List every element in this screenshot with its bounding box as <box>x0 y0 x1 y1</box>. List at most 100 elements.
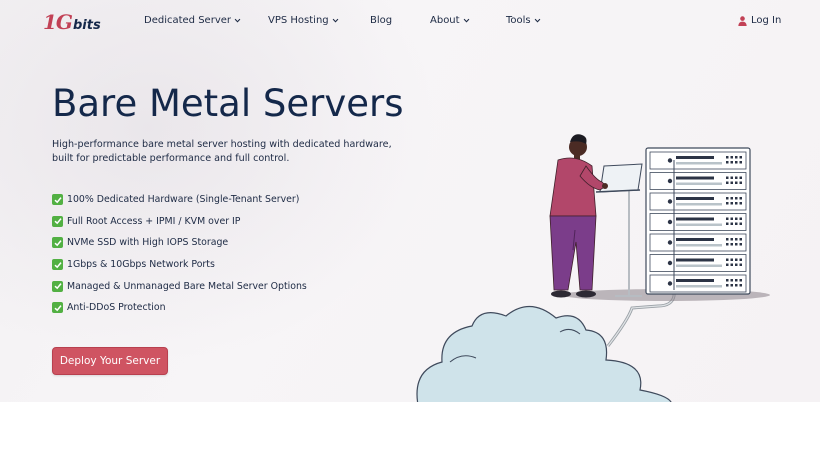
rack-unit-part <box>649 213 747 231</box>
chevron-down-icon <box>234 18 241 23</box>
rack-unit-part <box>676 244 722 247</box>
server-rack-illustration <box>645 147 751 295</box>
feature-item: NVMe SSD with High IOPS Storage <box>52 237 307 259</box>
rack-unit-part <box>726 176 729 179</box>
deploy-server-button[interactable]: Deploy Your Server <box>52 347 168 375</box>
rack-unit-part <box>739 243 742 246</box>
rack-unit-part <box>649 151 747 170</box>
rack-unit-part <box>676 285 722 288</box>
rack-unit-part <box>739 238 742 241</box>
login-label: Log In <box>751 15 782 26</box>
chevron-down-icon <box>332 18 338 23</box>
feature-item: Managed & Unmanaged Bare Metal Server Op… <box>52 280 307 303</box>
feature-item: Full Root Access + IPMI / KVM over IP <box>52 215 307 238</box>
rack-unit-part <box>676 258 714 262</box>
rack-unit-part <box>726 258 729 261</box>
rack-unit-part <box>730 258 733 261</box>
rack-unit-part <box>735 222 738 225</box>
rack-unit-part <box>730 156 733 159</box>
nav-item-about[interactable]: About <box>430 15 470 26</box>
rack-unit-part <box>726 263 729 266</box>
nav-item-label: About <box>430 15 460 26</box>
check-mark-icon <box>52 302 63 314</box>
feature-text: Managed & Unmanaged Bare Metal Server Op… <box>67 280 307 292</box>
check-mark-icon <box>52 237 63 249</box>
rack-unit-part <box>676 217 714 221</box>
feature-text: Full Root Access + IPMI / KVM over IP <box>67 215 241 227</box>
rack-unit-part <box>730 197 733 200</box>
feature-text: 100% Dedicated Hardware (Single-Tenant S… <box>67 194 300 205</box>
rack-unit-part <box>676 223 722 226</box>
rack-unit-part <box>735 258 738 261</box>
brand-logo[interactable]: 1G bits <box>43 10 101 34</box>
rack-unit-part <box>726 243 729 246</box>
rack-unit-part <box>726 161 729 164</box>
server-illustration <box>416 134 770 402</box>
rack-unit-part <box>730 284 733 287</box>
white-footer-band <box>0 402 820 461</box>
check-mark-icon <box>52 259 63 271</box>
rack-unit-part <box>735 202 738 205</box>
rack-unit-part <box>726 222 729 225</box>
logo-word: bits <box>73 18 101 33</box>
rack-unit-part <box>667 158 673 163</box>
nav-item-vps-hosting[interactable]: VPS Hosting <box>268 15 339 26</box>
feature-item: Anti-DDoS Protection <box>52 302 307 324</box>
nav-item-blog[interactable]: Blog <box>370 15 392 26</box>
rack-unit-part <box>739 263 742 266</box>
rack-unit-part <box>730 279 733 282</box>
cloud-illustration <box>416 305 672 402</box>
rack-unit-part <box>726 217 729 220</box>
nav-item-label: Dedicated Server <box>144 15 231 26</box>
rack-unit-part <box>676 279 714 282</box>
feature-text: Anti-DDoS Protection <box>67 302 166 314</box>
feature-list: 100% Dedicated Hardware (Single-Tenant S… <box>52 194 307 324</box>
rack-unit-part <box>735 238 738 241</box>
nav-item-label: Tools <box>506 15 531 26</box>
feature-item: 100% Dedicated Hardware (Single-Tenant S… <box>52 194 307 216</box>
rack-unit-part <box>649 233 747 252</box>
rack-unit-part <box>739 202 742 205</box>
rack-unit-part <box>739 279 742 282</box>
rack-unit-part <box>667 260 673 266</box>
rack-unit-part <box>726 181 729 184</box>
rack-unit-part <box>735 243 738 246</box>
rack-unit-part <box>735 156 738 159</box>
rack-unit-part <box>649 254 747 272</box>
rack-unit-part <box>730 238 733 241</box>
nav-item-label: Blog <box>370 15 393 26</box>
feature-text: 1Gbps & 10Gbps Network Ports <box>67 259 215 271</box>
rack-unit-part <box>735 197 738 200</box>
rack-unit-part <box>676 182 722 185</box>
rack-unit-part <box>676 203 722 206</box>
login-link[interactable]: Log In <box>738 15 781 26</box>
rack-unit-part <box>730 243 733 246</box>
rack-unit-part <box>667 199 673 204</box>
rack-unit-part <box>667 240 673 245</box>
rack-unit-part <box>735 176 738 179</box>
check-mark-icon <box>52 215 63 227</box>
rack-unit-part <box>676 156 714 159</box>
check-mark-icon <box>52 194 63 205</box>
hero-description: High-performance bare metal server hosti… <box>52 139 392 164</box>
rack-unit-part <box>739 217 742 220</box>
rack-unit-part <box>730 161 733 164</box>
rack-unit-part <box>676 238 714 241</box>
rack-unit-part <box>735 284 738 287</box>
rack-unit-part <box>730 222 733 225</box>
rack-unit-part <box>730 263 733 266</box>
rack-unit-part <box>726 238 729 241</box>
rack-unit-part <box>649 274 747 293</box>
rack-unit-part <box>739 176 742 179</box>
check-mark-icon <box>52 280 63 292</box>
rack-unit-part <box>739 284 742 287</box>
nav-item-dedicated-server[interactable]: Dedicated Server <box>144 15 241 26</box>
rack-unit-part <box>726 156 729 159</box>
feature-item: 1Gbps & 10Gbps Network Ports <box>52 259 307 281</box>
rack-unit-part <box>726 202 729 205</box>
rack-unit-part <box>676 162 722 165</box>
rack-unit-part <box>726 197 729 200</box>
rack-unit-part <box>735 217 738 220</box>
nav-item-tools[interactable]: Tools <box>506 15 541 26</box>
nav-item-label: VPS Hosting <box>268 15 329 26</box>
